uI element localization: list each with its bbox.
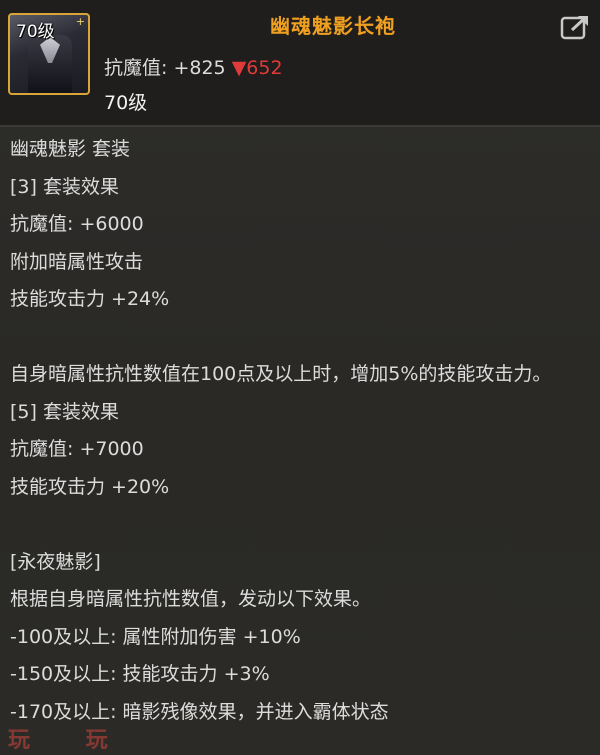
bonus5-line: 技能攻击力 +20% [10, 475, 170, 498]
item-level: 70级 [104, 92, 148, 114]
bonus5-header: [5] 套装效果 [10, 400, 119, 423]
bonus5-line: 抗魔值: +7000 [10, 438, 144, 460]
item-tooltip: 70级 + 幽魂魅影长袍 抗魔值: +825 ▼652 70级 幽魂魅影 套装 … [0, 0, 600, 755]
special-line: -150及以上: 技能攻击力 +3% [10, 663, 270, 685]
set-description: 幽魂魅影 套装 [3] 套装效果 抗魔值: +6000 附加暗属性攻击 技能攻击… [10, 131, 590, 731]
special-header: [永夜魅影] [10, 550, 101, 573]
watermark: 玩 玩 [8, 728, 132, 753]
item-icon[interactable]: 70级 + [8, 13, 90, 95]
share-icon[interactable] [560, 14, 590, 40]
stat-diff: ▼652 [231, 57, 283, 79]
item-header: 70级 + 幽魂魅影长袍 抗魔值: +825 ▼652 70级 [0, 0, 600, 127]
bonus3-line: 抗魔值: +6000 [10, 213, 144, 235]
stat-label: 抗魔值: [104, 57, 168, 79]
stat-line: 抗魔值: +825 ▼652 [104, 53, 283, 80]
item-name: 幽魂魅影长袍 [270, 14, 396, 38]
icon-level-label: 70级 [16, 22, 55, 42]
set-title: 幽魂魅影 套装 [10, 138, 131, 160]
star-icon: + [75, 15, 85, 28]
bonus3-header: [3] 套装效果 [10, 175, 119, 198]
bonus3-line: 附加暗属性攻击 [10, 250, 144, 273]
special-line: -100及以上: 属性附加伤害 +10% [10, 625, 301, 648]
special-desc: 根据自身暗属性抗性数值，发动以下效果。 [10, 588, 372, 610]
stat-value: +825 [173, 57, 226, 79]
bonus3-line: 技能攻击力 +24% [10, 288, 170, 310]
bonus3-extra: 自身暗属性抗性数值在100点及以上时，增加5%的技能攻击力。 [10, 363, 552, 385]
